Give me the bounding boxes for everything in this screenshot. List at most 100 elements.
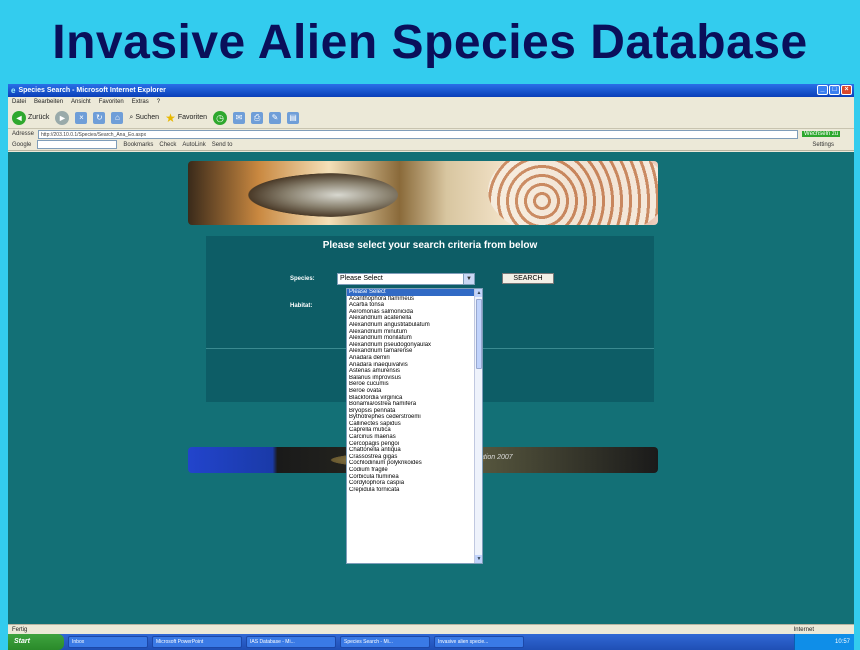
species-label: Species: xyxy=(290,276,315,282)
address-bar: Adresse http://203.10.0.1/Species/Search… xyxy=(8,129,854,139)
taskbar-item[interactable]: Microsoft PowerPoint xyxy=(152,636,242,648)
mail-icon[interactable]: ✉ xyxy=(233,111,246,124)
species-option[interactable]: Beroe cucumis xyxy=(347,381,475,388)
species-option[interactable]: Cochlodinium polykrikoides xyxy=(347,460,475,467)
species-option[interactable]: Alexandrium tamarense xyxy=(347,348,475,355)
window-titlebar: e Species Search - Microsoft Internet Ex… xyxy=(8,84,854,97)
species-dropdown-list[interactable]: Please Select Acanthophora flammeus Acarti… xyxy=(346,288,483,564)
species-option[interactable]: Crepidula fornicata xyxy=(347,487,475,494)
check-button[interactable]: Check xyxy=(159,142,176,148)
shell-image xyxy=(488,161,658,225)
species-option[interactable]: Acanthophora flammeus xyxy=(347,296,475,303)
back-label: Zurück xyxy=(28,114,50,121)
security-zone: Internet xyxy=(793,626,814,633)
search-submit-button[interactable]: SEARCH xyxy=(502,273,554,284)
scroll-up-icon[interactable]: ▲ xyxy=(475,289,482,297)
forward-button[interactable]: ► xyxy=(55,110,70,125)
go-button[interactable]: Wechseln zu xyxy=(802,131,841,137)
address-input[interactable]: http://203.10.0.1/Species/Search_Ana_Eo.… xyxy=(38,129,799,139)
search-label: Suchen xyxy=(135,114,160,121)
menu-bar: Datei Bearbeiten Ansicht Favoriten Extra… xyxy=(8,97,854,107)
favorites-button[interactable]: ★ Favoriten xyxy=(165,111,207,125)
species-option[interactable]: Bonamia/ostrea hamifera xyxy=(347,401,475,408)
standard-toolbar: ◄ Zurück ► × ↻ ⌂ ⌕ Suchen ★ Favoriten ◷ … xyxy=(8,107,854,129)
search-icon: ⌕ xyxy=(129,113,134,121)
google-search-input[interactable] xyxy=(37,140,118,149)
species-option[interactable]: Alexandrium angustitabulatum xyxy=(347,322,475,329)
refresh-icon[interactable]: ↻ xyxy=(93,111,106,124)
status-bar: Fertig Internet xyxy=(8,624,854,634)
taskbar: Start Inbox Microsoft PowerPoint IAS Dat… xyxy=(8,634,854,650)
species-option[interactable]: Cordylophora caspia xyxy=(347,480,475,487)
chevron-down-icon[interactable]: ▼ xyxy=(463,274,474,284)
stop-icon[interactable]: × xyxy=(75,111,88,124)
species-option[interactable]: Bythotrephes cederstroemi xyxy=(347,414,475,421)
print-icon[interactable]: ⎙ xyxy=(251,111,264,124)
sendto-button[interactable]: Send to xyxy=(212,142,233,148)
search-heading: Please select your search criteria from … xyxy=(322,240,538,251)
menu-item-favorites[interactable]: Favoriten xyxy=(99,99,124,105)
species-option[interactable]: Cercopagis pengoi xyxy=(347,441,475,448)
species-option[interactable]: Anadara demiri xyxy=(347,355,475,362)
species-option[interactable]: Codium fragile xyxy=(347,467,475,474)
scrollbar-thumb[interactable] xyxy=(476,299,482,369)
species-option[interactable]: Blackfordia virginica xyxy=(347,395,475,402)
species-option[interactable]: Acartia tonsa xyxy=(347,302,475,309)
menu-item-file[interactable]: Datei xyxy=(12,99,26,105)
scroll-down-icon[interactable]: ▼ xyxy=(475,555,482,563)
edit-icon[interactable]: ✎ xyxy=(269,111,282,124)
history-icon[interactable]: ◷ xyxy=(213,110,228,125)
settings-button[interactable]: Settings xyxy=(812,142,834,148)
search-button[interactable]: ⌕ Suchen xyxy=(129,114,159,122)
taskbar-item[interactable]: IAS Database - Mi... xyxy=(246,636,336,648)
google-toolbar: Google Bookmarks Check AutoLink Send to … xyxy=(8,139,854,151)
clock: 10:57 xyxy=(834,639,850,645)
minimize-button[interactable]: _ xyxy=(817,85,828,95)
folder-icon[interactable]: ▤ xyxy=(287,111,300,124)
bookmarks-menu[interactable]: Bookmarks xyxy=(123,142,153,148)
page-content: Please select your search criteria from … xyxy=(8,152,854,624)
taskbar-item[interactable]: Inbox xyxy=(68,636,148,648)
species-option[interactable]: Alexandrium monilatum xyxy=(347,335,475,342)
autolink-button[interactable]: AutoLink xyxy=(182,142,205,148)
dropdown-scrollbar[interactable]: ▲ ▼ xyxy=(474,289,482,563)
menu-item-help[interactable]: ? xyxy=(157,99,160,105)
back-button[interactable]: ◄ Zurück xyxy=(12,110,50,125)
window-title: Species Search - Microsoft Internet Expl… xyxy=(18,87,166,94)
start-button[interactable]: Start xyxy=(8,634,64,650)
menu-item-edit[interactable]: Bearbeiten xyxy=(34,99,63,105)
species-option[interactable]: Corbicula fluminea xyxy=(347,474,475,481)
species-option[interactable]: Caprella mutica xyxy=(347,427,475,434)
species-option[interactable]: Carcinus maenas xyxy=(347,434,475,441)
species-option[interactable]: Asterias amurensis xyxy=(347,368,475,375)
species-option[interactable]: Beroe ovata xyxy=(347,388,475,395)
maximize-button[interactable]: □ xyxy=(829,85,840,95)
slide-title: Invasive Alien Species Database xyxy=(0,0,860,84)
species-option[interactable]: Anadara inaequivalvis xyxy=(347,362,475,369)
header-banner-image xyxy=(188,161,658,225)
address-label: Adresse xyxy=(12,131,35,137)
taskbar-item[interactable]: Invasive alien specie... xyxy=(434,636,524,648)
favorites-label: Favoriten xyxy=(177,114,208,121)
species-select[interactable]: Please Select ▼ xyxy=(337,273,475,285)
species-option[interactable]: Crassostrea gigas xyxy=(347,454,475,461)
species-option[interactable]: Alexandrium minutum xyxy=(347,329,475,336)
species-option[interactable]: Alexandrium pseudogonyaulax xyxy=(347,342,475,349)
nautilus-image xyxy=(248,173,398,217)
species-option[interactable]: Please Select xyxy=(347,289,475,296)
species-option[interactable]: Callinectes sapidus xyxy=(347,421,475,428)
system-tray: 10:57 xyxy=(794,634,854,650)
menu-item-tools[interactable]: Extras xyxy=(132,99,149,105)
species-option[interactable]: Chattonella antiqua xyxy=(347,447,475,454)
taskbar-item[interactable]: Species Search - Mi... xyxy=(340,636,430,648)
species-option[interactable]: Alexandrium acatenella xyxy=(347,315,475,322)
species-option[interactable]: Bryopsis pennata xyxy=(347,408,475,415)
google-logo: Google xyxy=(12,141,32,148)
menu-item-view[interactable]: Ansicht xyxy=(71,99,91,105)
close-button[interactable]: × xyxy=(841,85,852,95)
species-option[interactable]: Balanus improvisus xyxy=(347,375,475,382)
star-icon: ★ xyxy=(165,110,176,125)
species-option[interactable]: Aeromonas salmonicida xyxy=(347,309,475,316)
home-icon[interactable]: ⌂ xyxy=(111,111,124,124)
back-arrow-icon: ◄ xyxy=(12,110,26,125)
